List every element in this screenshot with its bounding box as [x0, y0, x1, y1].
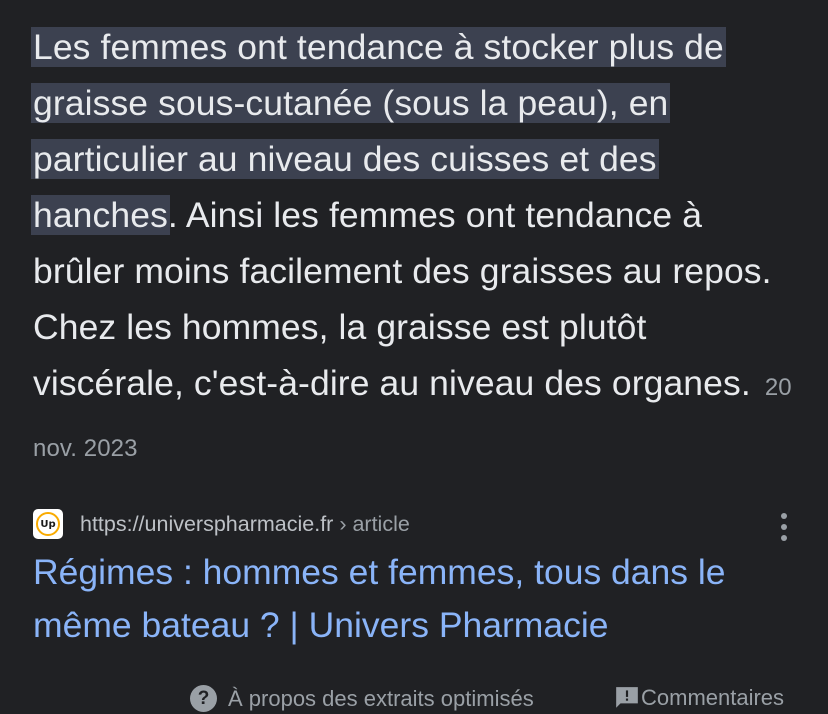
help-circle-icon: ?	[190, 685, 217, 712]
dot	[781, 535, 787, 541]
source-breadcrumb: › article	[333, 511, 410, 536]
snippet-text: Les femmes ont tendance à stocker plus d…	[31, 19, 803, 477]
dot	[781, 513, 787, 519]
feedback-button[interactable]: Commentaires	[614, 685, 784, 711]
about-snippets-button[interactable]: ? À propos des extraits optimisés	[190, 685, 534, 712]
result-title-link[interactable]: Régimes : hommes et femmes, tous dans le…	[33, 546, 803, 652]
favicon-logo: Up	[36, 512, 60, 536]
snippet-footer: ? À propos des extraits optimisés Commen…	[0, 684, 828, 714]
about-label: À propos des extraits optimisés	[228, 685, 534, 711]
dot	[781, 524, 787, 530]
three-dots-vertical-icon[interactable]	[778, 513, 790, 541]
featured-snippet-page: Les femmes ont tendance à stocker plus d…	[0, 0, 828, 714]
source-row[interactable]: Up https://universpharmacie.fr › article	[33, 507, 803, 541]
source-domain: https://universpharmacie.fr	[80, 511, 334, 536]
source-url[interactable]: https://universpharmacie.fr › article	[80, 512, 410, 537]
site-favicon: Up	[33, 509, 63, 539]
feedback-icon	[616, 687, 638, 708]
feedback-label: Commentaires	[641, 685, 785, 710]
